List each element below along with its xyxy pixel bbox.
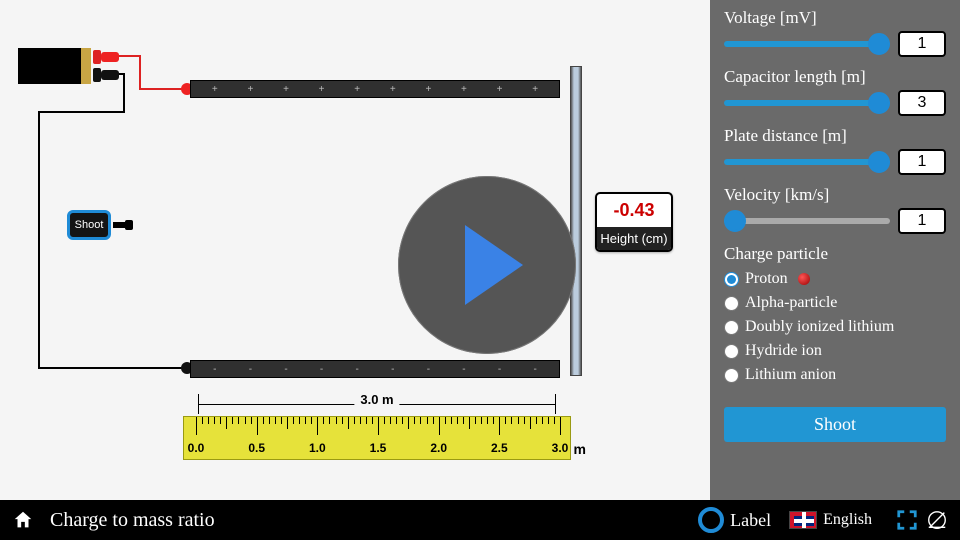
wire-red: [139, 55, 141, 88]
fullscreen-icon[interactable]: [896, 509, 918, 531]
ruler-tick-label: 1.0: [309, 441, 326, 455]
shoot-button[interactable]: Shoot: [724, 407, 946, 442]
proton-icon: [798, 273, 810, 285]
velocity-value[interactable]: 1: [898, 208, 946, 234]
ruler-tick-label: 0.5: [248, 441, 265, 455]
label-toggle[interactable]: Label: [698, 507, 771, 533]
particle-option-alpha[interactable]: Alpha-particle: [724, 291, 946, 315]
radio-alpha[interactable]: [724, 296, 739, 311]
battery-terminal-negative: [93, 68, 101, 82]
capacitor-plate-bottom: ----------: [190, 360, 560, 378]
height-label: Height (cm): [597, 227, 671, 250]
wire-black: [123, 73, 125, 113]
label-toggle-text: Label: [730, 510, 771, 531]
battery-cap: [81, 48, 91, 84]
height-readout: -0.43 Height (cm): [595, 192, 673, 252]
shoot-device-button[interactable]: Shoot: [67, 210, 111, 240]
wire-black: [38, 111, 40, 369]
battery-terminal-positive: [93, 50, 101, 64]
particle-option-hydride[interactable]: Hydride ion: [724, 339, 946, 363]
wire-black: [38, 111, 125, 113]
battery-plug-red: [101, 52, 119, 62]
distance-label: Plate distance [m]: [724, 126, 946, 146]
particle-option-lithium2[interactable]: Doubly ionized lithium: [724, 315, 946, 339]
ruler-tick-label: 1.5: [370, 441, 387, 455]
ruler-tick-label: 2.0: [430, 441, 447, 455]
distance-slider[interactable]: [724, 152, 890, 172]
language-label: English: [823, 511, 872, 529]
flag-icon: [789, 511, 817, 529]
velocity-slider[interactable]: [724, 211, 890, 231]
distance-value[interactable]: 1: [898, 149, 946, 175]
caliper-label: 3.0 m: [354, 392, 399, 407]
ruler-tick-label: 3.0: [552, 441, 569, 455]
particle-option-lianion[interactable]: Lithium anion: [724, 363, 946, 387]
ruler: m 0.00.51.01.52.02.53.0: [183, 416, 571, 460]
page-title: Charge to mass ratio: [50, 509, 698, 532]
voltage-value[interactable]: 1: [898, 31, 946, 57]
shoot-device-cable: [113, 222, 125, 228]
length-value[interactable]: 3: [898, 90, 946, 116]
toggle-icon: [698, 507, 724, 533]
detector-screen: [570, 66, 582, 376]
simulation-stage: Shoot ++++++++++ ---------- -0.43 Height…: [0, 0, 710, 500]
ruler-tick-label: 2.5: [491, 441, 508, 455]
shoot-device-plug: [125, 220, 133, 230]
radio-lithium2[interactable]: [724, 320, 739, 335]
play-icon: [465, 225, 523, 305]
wire-red: [119, 55, 141, 57]
height-value: -0.43: [597, 194, 671, 227]
ruler-unit: m: [574, 441, 586, 457]
ruler-tick-label: 0.0: [188, 441, 205, 455]
wire-black: [38, 367, 188, 369]
wire-red: [139, 88, 185, 90]
length-caliper: 3.0 m: [198, 394, 556, 416]
particle-label: Charge particle: [724, 244, 946, 264]
voltage-slider[interactable]: [724, 34, 890, 54]
play-button[interactable]: [398, 176, 576, 354]
radio-proton[interactable]: [724, 272, 739, 287]
home-icon[interactable]: [12, 509, 34, 531]
radio-lianion[interactable]: [724, 368, 739, 383]
controls-sidebar: Voltage [mV] 1 Capacitor length [m] 3 Pl…: [710, 0, 960, 500]
battery-body: [18, 48, 81, 84]
radio-hydride[interactable]: [724, 344, 739, 359]
voltage-label: Voltage [mV]: [724, 8, 946, 28]
length-slider[interactable]: [724, 93, 890, 113]
shoot-device-label: Shoot: [75, 219, 104, 231]
bottom-bar: Charge to mass ratio Label English: [0, 500, 960, 540]
protractor-off-icon[interactable]: [926, 509, 948, 531]
particle-option-proton[interactable]: Proton: [724, 267, 946, 291]
battery-plug-black: [101, 70, 119, 80]
length-label: Capacitor length [m]: [724, 67, 946, 87]
language-selector[interactable]: English: [789, 511, 872, 529]
capacitor-plate-top: ++++++++++: [190, 80, 560, 98]
velocity-label: Velocity [km/s]: [724, 185, 946, 205]
